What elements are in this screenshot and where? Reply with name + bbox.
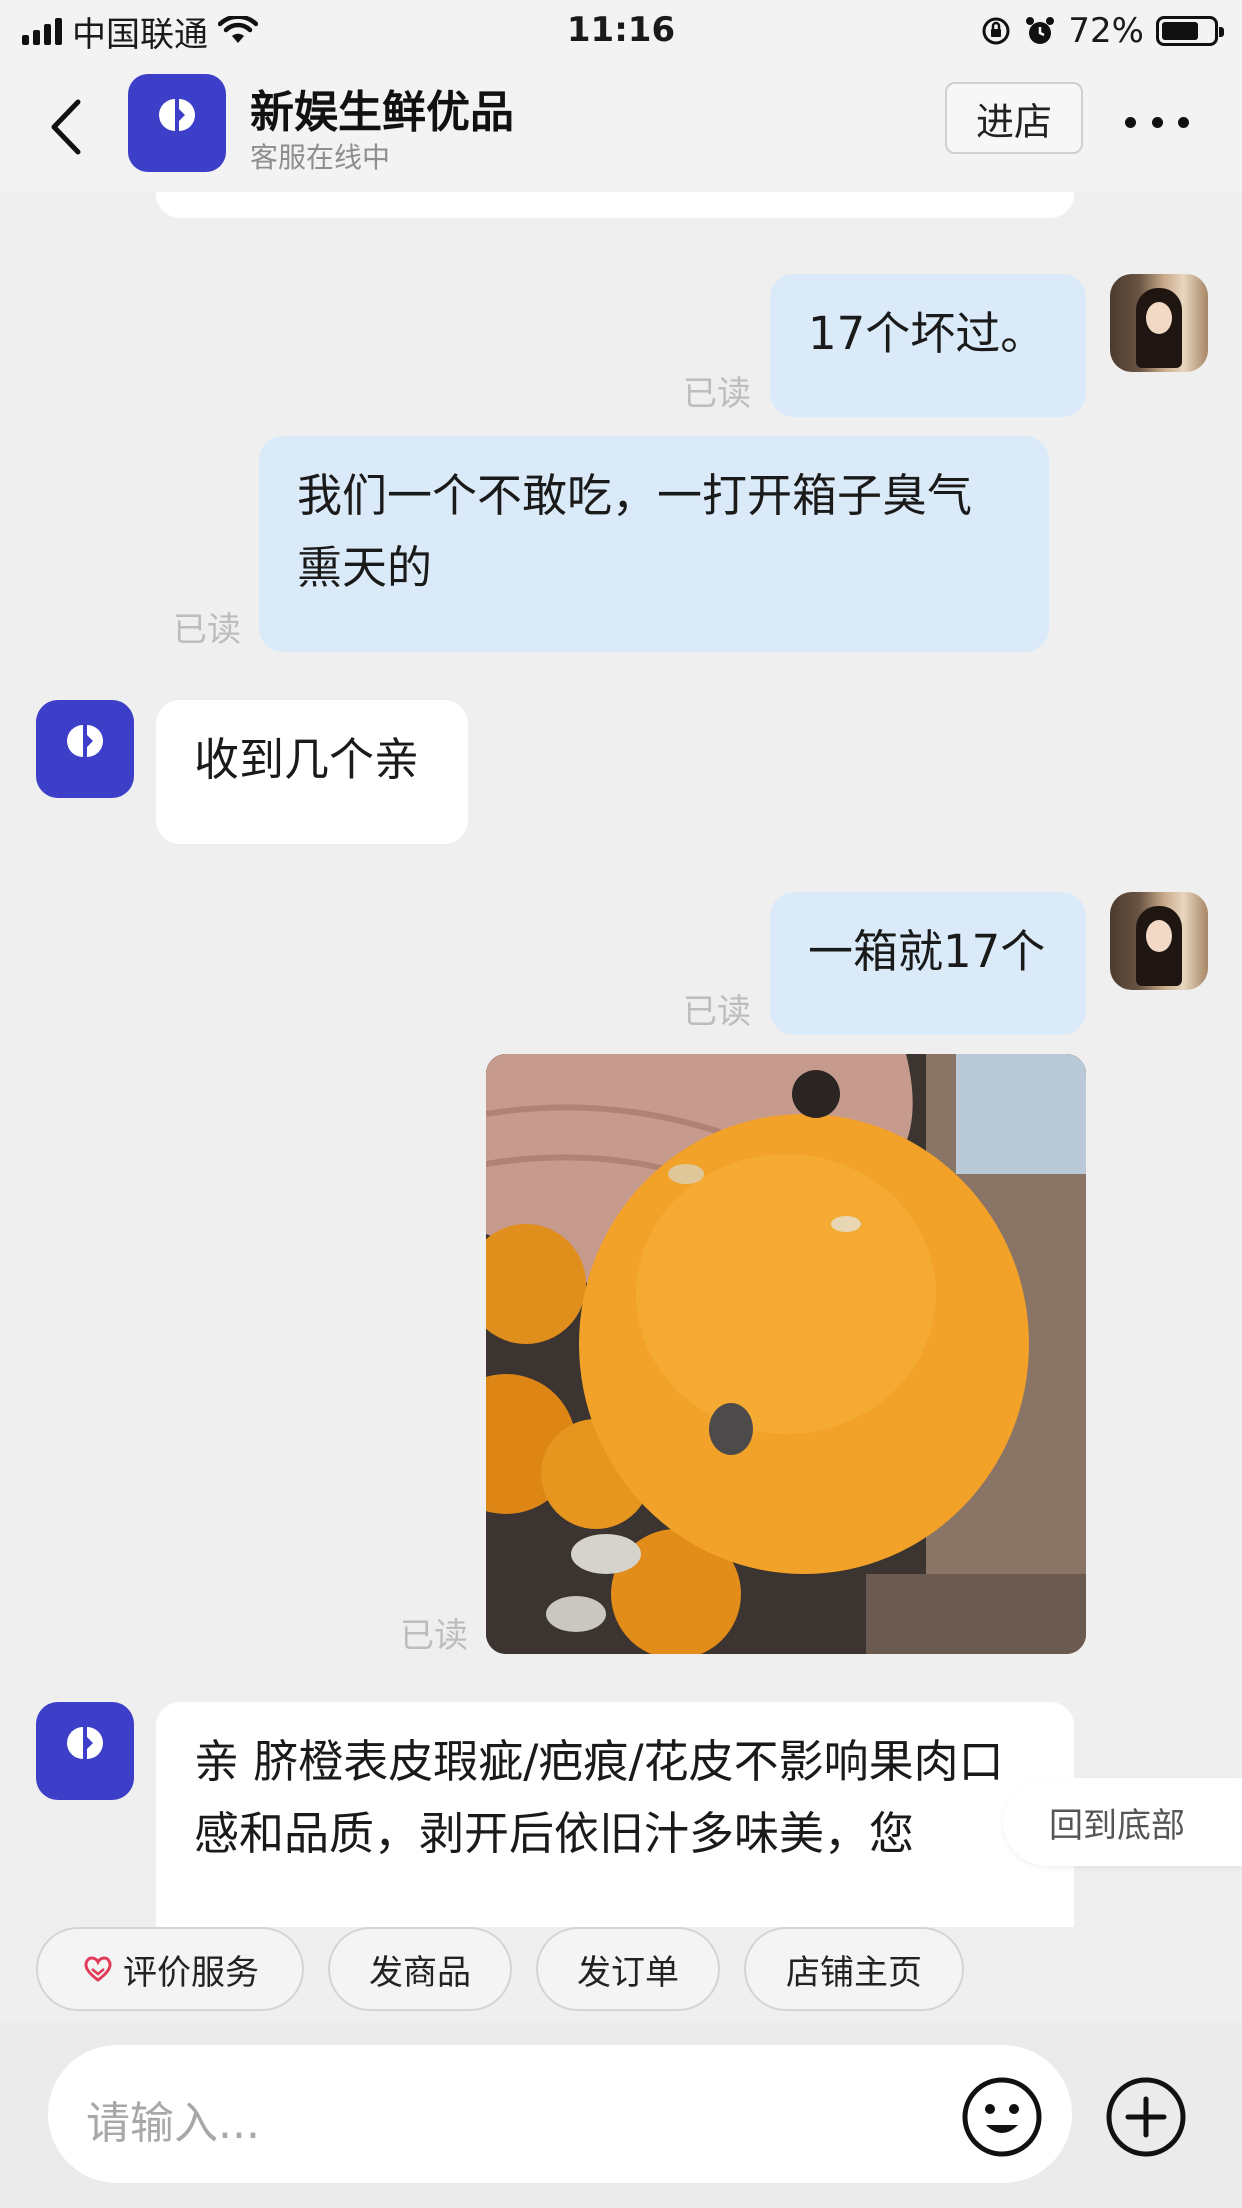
status-bar: 中国联通 11:16 72% <box>0 0 1242 62</box>
previous-message-bubble <box>156 192 1074 218</box>
rate-service-chip[interactable]: 评价服务 <box>36 1927 304 2011</box>
chip-label: 发商品 <box>369 1952 471 1993</box>
message-input[interactable]: 请输入... <box>48 2045 1072 2183</box>
message-text: 收到几个亲 <box>194 733 420 786</box>
more-dot <box>1151 116 1163 128</box>
smile-icon <box>962 2077 1042 2157</box>
message-bubble-received[interactable]: 亲 脐橙表皮瑕疵/疤痕/花皮不影响果肉口感和品质，剥开后依旧汁多味美，您 <box>156 1702 1074 1927</box>
more-dot <box>1125 116 1136 128</box>
chip-label: 评价服务 <box>123 1952 259 1993</box>
send-order-chip[interactable]: 发订单 <box>536 1927 720 2011</box>
message-text: 17个坏过。 <box>808 307 1046 360</box>
quick-actions-bar: 评价服务 发商品 发订单 店铺主页 <box>0 1927 1242 2023</box>
back-button[interactable] <box>40 92 100 162</box>
battery-fill <box>1162 22 1198 40</box>
brand-mark-icon <box>159 99 195 132</box>
message-bubble-sent[interactable]: 一箱就17个 <box>770 892 1086 1035</box>
shop-avatar[interactable] <box>36 1702 134 1800</box>
shop-name: 新娱生鲜优品 <box>250 87 514 138</box>
battery-icon <box>1156 16 1224 46</box>
input-placeholder: 请输入... <box>86 2098 260 2149</box>
rotation-lock-icon <box>982 17 1010 45</box>
my-avatar[interactable] <box>1110 892 1208 990</box>
status-right: 72% <box>980 10 1224 52</box>
battery-percent: 72% <box>1068 11 1144 51</box>
chip-label: 发订单 <box>577 1952 679 1993</box>
store-home-chip[interactable]: 店铺主页 <box>744 1927 964 2011</box>
shop-status: 客服在线中 <box>250 141 391 174</box>
brand-mark-icon <box>67 1727 103 1760</box>
message-text: 我们一个不敢吃，一打开箱子臭气熏天的 <box>297 469 973 594</box>
message-bubble-received[interactable]: 收到几个亲 <box>156 700 468 844</box>
read-receipt: 已读 <box>400 1616 468 1656</box>
shop-logo[interactable] <box>128 74 226 172</box>
brand-mark-icon <box>67 725 103 758</box>
orange-photo <box>486 1054 1086 1654</box>
my-avatar[interactable] <box>1110 274 1208 372</box>
plus-circle-icon <box>1106 2077 1186 2157</box>
back-to-bottom-button[interactable]: 回到底部 <box>1003 1778 1242 1866</box>
message-text: 一箱就17个 <box>808 925 1046 978</box>
chip-label: 店铺主页 <box>786 1952 922 1993</box>
message-text: 亲 脐橙表皮瑕疵/疤痕/花皮不影响果肉口感和品质，剥开后依旧汁多味美，您 <box>194 1735 1004 1860</box>
chat-area[interactable]: 已读 17个坏过。 已读 我们一个不敢吃，一打开箱子臭气熏天的 收到几个亲 已读… <box>0 192 1242 1927</box>
enter-store-button[interactable]: 进店 <box>945 82 1083 154</box>
plus-button[interactable] <box>1104 2075 1188 2159</box>
input-bar: 请输入... <box>0 2023 1242 2208</box>
heart-hands-icon <box>84 1956 112 1982</box>
shop-avatar[interactable] <box>36 700 134 798</box>
emoji-button[interactable] <box>960 2075 1044 2159</box>
send-product-chip[interactable]: 发商品 <box>328 1927 512 2011</box>
read-receipt: 已读 <box>173 610 241 650</box>
alarm-icon <box>1026 17 1055 44</box>
more-button[interactable] <box>1125 102 1189 142</box>
read-receipt: 已读 <box>683 992 751 1032</box>
chevron-left-icon <box>51 99 81 155</box>
photo-message[interactable] <box>486 1054 1086 1654</box>
message-bubble-sent[interactable]: 17个坏过。 <box>770 274 1086 417</box>
more-dot <box>1178 116 1189 128</box>
read-receipt: 已读 <box>683 374 751 414</box>
message-bubble-sent[interactable]: 我们一个不敢吃，一打开箱子臭气熏天的 <box>259 436 1049 652</box>
chat-header: 新娱生鲜优品 客服在线中 进店 <box>0 62 1242 192</box>
